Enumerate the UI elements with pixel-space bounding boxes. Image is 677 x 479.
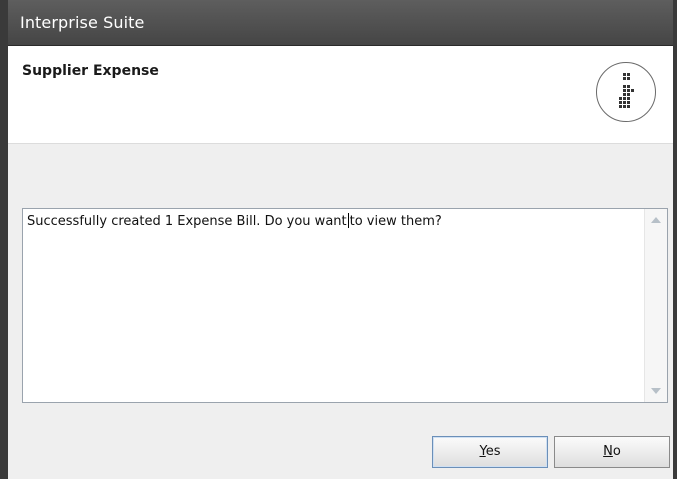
scroll-up-arrow-icon[interactable] — [651, 217, 661, 223]
title-bar[interactable]: Interprise Suite — [0, 0, 677, 46]
text-caret — [347, 213, 349, 228]
message-text: Successfully created 1 Expense Bill. Do … — [27, 213, 442, 229]
window-left-border — [0, 0, 8, 479]
message-textbox[interactable]: Successfully created 1 Expense Bill. Do … — [22, 208, 668, 403]
window-title: Interprise Suite — [20, 13, 145, 32]
interprise-logo-icon — [596, 62, 656, 122]
scroll-down-arrow-icon[interactable] — [651, 388, 661, 394]
dialog-window: Interprise Suite Supplier Expense Succes… — [0, 0, 677, 479]
dialog-heading: Supplier Expense — [22, 63, 159, 79]
dialog-header: Supplier Expense — [8, 46, 673, 144]
no-button[interactable]: No — [554, 436, 670, 468]
vertical-scrollbar[interactable] — [644, 209, 667, 402]
window-right-border — [673, 0, 677, 479]
yes-button[interactable]: Yes — [432, 436, 548, 468]
